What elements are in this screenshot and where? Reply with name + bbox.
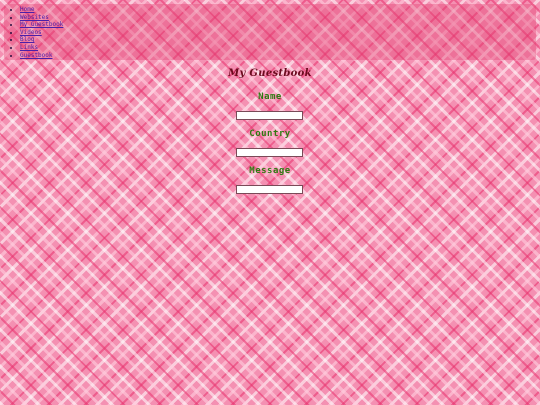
message-input[interactable] — [236, 185, 303, 194]
nav-link-websites[interactable]: Websites — [20, 14, 49, 21]
nav-link-links[interactable]: Links — [20, 44, 38, 51]
nav-item-home: Home — [20, 6, 536, 14]
page-title: My Guestbook — [228, 68, 312, 79]
nav-item-blog: Blog — [20, 36, 536, 44]
message-label: Message — [249, 166, 291, 176]
name-label: Name — [258, 92, 282, 102]
nav-list: Home Websites My Guestbook Videos Blog L… — [4, 4, 536, 59]
nav-item-links: Links — [20, 44, 536, 52]
nav-item-websites: Websites — [20, 14, 536, 22]
nav-panel: Home Websites My Guestbook Videos Blog L… — [4, 4, 536, 60]
nav-item-guestbook: Guestbook — [20, 52, 536, 60]
nav-item-videos: Videos — [20, 29, 536, 37]
name-input[interactable] — [236, 111, 303, 120]
nav-link-blog[interactable]: Blog — [20, 36, 34, 43]
nav-link-guestbook[interactable]: Guestbook — [20, 52, 53, 59]
nav-link-videos[interactable]: Videos — [20, 29, 42, 36]
country-label: Country — [249, 129, 291, 139]
nav-link-home[interactable]: Home — [20, 6, 34, 13]
nav-link-my-guestbook[interactable]: My Guestbook — [20, 21, 63, 28]
nav-item-my-guestbook: My Guestbook — [20, 21, 536, 29]
country-input[interactable] — [236, 148, 303, 157]
